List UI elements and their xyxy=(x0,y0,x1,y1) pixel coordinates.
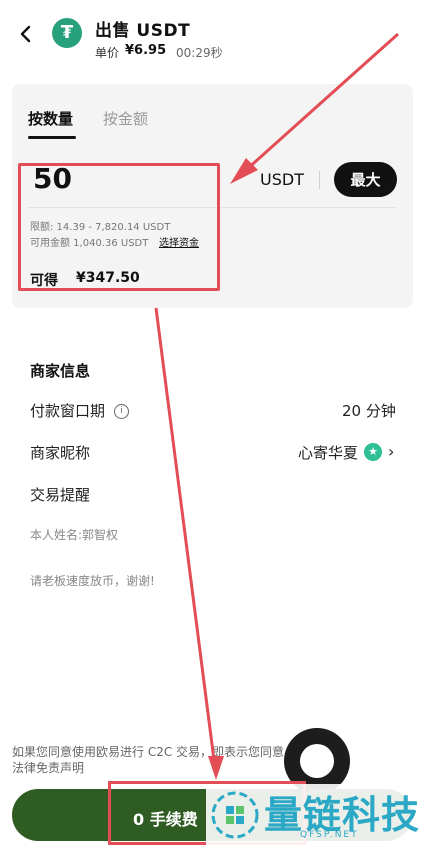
disclaimer-link[interactable]: 法律免责声明 xyxy=(12,760,412,776)
nickname-label: 商家昵称 xyxy=(30,444,91,462)
unit-divider xyxy=(319,171,320,189)
info-icon[interactable]: i xyxy=(114,404,129,419)
price-value: ¥6.95 xyxy=(125,43,167,58)
reminder-note-name: 本人姓名:郭智权 xyxy=(30,528,119,542)
trade-reminder-label: 交易提醒 xyxy=(30,486,91,504)
payment-window-value: 20 分钟 xyxy=(342,402,396,420)
disclaimer-line-1: 如果您同意使用欧易进行 C2C 交易，即表示您同意 C2C 交易 xyxy=(12,745,341,759)
max-button[interactable]: 最大 xyxy=(334,162,397,197)
payment-window-label: 付款窗口期 xyxy=(30,402,106,420)
merchant-section-title: 商家信息 xyxy=(30,362,91,380)
tab-by-amount[interactable]: 按金额 xyxy=(103,108,148,129)
tab-by-quantity[interactable]: 按数量 xyxy=(28,108,73,129)
annotation-box-amount xyxy=(18,163,220,291)
star-icon: ★ xyxy=(368,445,378,458)
c2c-disclaimer: 如果您同意使用欧易进行 C2C 交易，即表示您同意 C2C 交易 法律免责声明 xyxy=(12,744,412,776)
watermark-logo-icon xyxy=(211,791,259,839)
merchant-nickname[interactable]: 心寄华夏 xyxy=(298,442,358,463)
tab-active-underline xyxy=(28,136,76,139)
back-button[interactable] xyxy=(14,22,38,46)
watermark-url: QFSP.NET xyxy=(300,830,359,840)
floating-button-center xyxy=(300,744,334,778)
amount-unit: USDT xyxy=(260,170,304,189)
page-title: 出售 USDT xyxy=(95,21,191,41)
tether-glyph: ₮ xyxy=(60,22,74,43)
countdown-timer: 00:29秒 xyxy=(176,46,223,60)
chevron-left-icon xyxy=(20,25,31,43)
annotation-arrow-bottom xyxy=(154,307,216,761)
chevron-right-icon[interactable]: › xyxy=(388,442,394,461)
reminder-note-message: 请老板速度放币，谢谢! xyxy=(30,574,155,588)
price-label: 单价 xyxy=(95,46,120,60)
